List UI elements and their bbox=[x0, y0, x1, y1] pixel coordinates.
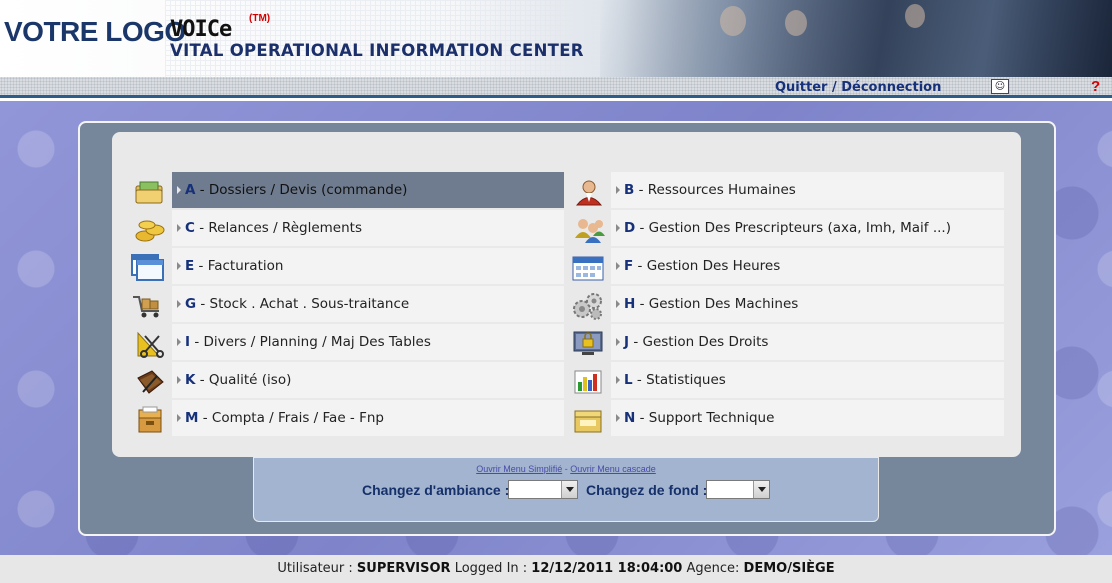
app-brand: VOICe bbox=[170, 17, 232, 42]
menu-label: - Facturation bbox=[194, 258, 284, 274]
menu-item-k[interactable]: K - Qualité (iso) bbox=[172, 362, 564, 398]
menu-letter: N bbox=[624, 410, 636, 426]
app-subtitle: VITAL OPERATIONAL INFORMATION CENTER bbox=[170, 41, 584, 60]
gears-icon bbox=[571, 289, 605, 323]
arrow-right-icon bbox=[177, 376, 181, 384]
login-datetime: 12/12/2011 18:04:00 bbox=[531, 561, 683, 576]
logout-link[interactable]: Quitter / Déconnection bbox=[775, 80, 941, 95]
menu-letter: G bbox=[185, 296, 197, 312]
menu-label: - Stock . Achat . Sous-traitance bbox=[196, 296, 410, 312]
arrow-right-icon bbox=[177, 262, 181, 270]
menu-letter: F bbox=[624, 258, 634, 274]
menu-letter: H bbox=[624, 296, 636, 312]
arrow-right-icon bbox=[616, 186, 620, 194]
options-box: Ouvrir Menu Simplifié - Ouvrir Menu casc… bbox=[253, 457, 879, 522]
arrow-right-icon bbox=[177, 186, 181, 194]
menu-item-m[interactable]: M - Compta / Frais / Fae - Fnp bbox=[172, 400, 564, 436]
ambiance-label: Changez d'ambiance : bbox=[362, 482, 510, 498]
fond-label: Changez de fond : bbox=[586, 482, 708, 498]
company-logo: VOTRE LOGO bbox=[4, 16, 186, 47]
menu-item-g[interactable]: G - Stock . Achat . Sous-traitance bbox=[172, 286, 564, 322]
support-box-icon bbox=[571, 403, 605, 437]
menu-label: - Gestion Des Prescripteurs (axa, Imh, M… bbox=[635, 220, 951, 236]
menu-letter: C bbox=[185, 220, 195, 236]
user-label: Utilisateur : bbox=[277, 561, 357, 576]
arrow-right-icon bbox=[177, 224, 181, 232]
fond-select[interactable] bbox=[706, 480, 770, 499]
username: SUPERVISOR bbox=[356, 561, 451, 576]
logged-label: Logged In : bbox=[450, 561, 532, 576]
menu-letter: E bbox=[185, 258, 195, 274]
top-bar: Quitter / Déconnection ☺ ? bbox=[0, 77, 1112, 98]
arrow-right-icon bbox=[616, 300, 620, 308]
scissors-ruler-icon bbox=[133, 327, 167, 361]
arrow-right-icon bbox=[177, 414, 181, 422]
menu-item-n[interactable]: N - Support Technique bbox=[611, 400, 1004, 436]
header-photo bbox=[600, 0, 1112, 77]
simplified-menu-link[interactable]: Ouvrir Menu Simplifié bbox=[476, 464, 562, 474]
menu-label: - Divers / Planning / Maj Des Tables bbox=[190, 334, 431, 350]
menu-letter: A bbox=[185, 182, 196, 198]
menu-item-a[interactable]: A - Dossiers / Devis (commande) bbox=[172, 172, 564, 208]
menu-mode-links: Ouvrir Menu Simplifié - Ouvrir Menu casc… bbox=[254, 464, 878, 474]
menu-label: - Qualité (iso) bbox=[195, 372, 292, 388]
language-icon[interactable]: ☺ bbox=[991, 79, 1009, 94]
menu-label: - Ressources Humaines bbox=[634, 182, 796, 198]
menu-item-f[interactable]: F - Gestion Des Heures bbox=[611, 248, 1004, 284]
menu-letter: D bbox=[624, 220, 636, 236]
coins-icon bbox=[133, 213, 167, 247]
menu-label: - Compta / Frais / Fae - Fnp bbox=[198, 410, 384, 426]
bar-chart-icon bbox=[571, 365, 605, 399]
menu-item-c[interactable]: C - Relances / Règlements bbox=[172, 210, 564, 246]
arrow-right-icon bbox=[616, 262, 620, 270]
menu-letter: K bbox=[185, 372, 196, 388]
arrow-right-icon bbox=[616, 414, 620, 422]
agency-name: DEMO/SIÈGE bbox=[743, 561, 835, 576]
folder-money-icon bbox=[133, 175, 167, 209]
menu-label: - Dossiers / Devis (commande) bbox=[195, 182, 408, 198]
menu-letter: M bbox=[185, 410, 199, 426]
header-banner: VOTRE LOGO VOICe (TM) VITAL OPERATIONAL … bbox=[0, 0, 1112, 77]
menu-letter: B bbox=[624, 182, 635, 198]
agency-label: Agence: bbox=[682, 561, 744, 576]
help-icon[interactable]: ? bbox=[1091, 78, 1100, 95]
person-icon bbox=[572, 175, 606, 209]
arrow-right-icon bbox=[616, 338, 620, 346]
menu-item-e[interactable]: E - Facturation bbox=[172, 248, 564, 284]
calendar-icon bbox=[571, 251, 605, 285]
menu-item-i[interactable]: I - Divers / Planning / Maj Des Tables bbox=[172, 324, 564, 360]
menu-label: - Gestion Des Machines bbox=[635, 296, 799, 312]
arrow-right-icon bbox=[616, 224, 620, 232]
arrow-right-icon bbox=[177, 338, 181, 346]
menu-item-b[interactable]: B - Ressources Humaines bbox=[611, 172, 1004, 208]
menu-label: - Gestion Des Heures bbox=[633, 258, 781, 274]
menu-label: - Gestion Des Droits bbox=[629, 334, 769, 350]
file-cabinet-icon bbox=[133, 403, 167, 437]
monitor-lock-icon bbox=[571, 327, 605, 361]
menu-item-d[interactable]: D - Gestion Des Prescripteurs (axa, Imh,… bbox=[611, 210, 1004, 246]
cart-icon bbox=[131, 288, 165, 322]
users-group-icon bbox=[572, 213, 606, 247]
menu-item-j[interactable]: J - Gestion Des Droits bbox=[611, 324, 1004, 360]
menu-label: - Statistiques bbox=[632, 372, 726, 388]
menu-label: - Support Technique bbox=[635, 410, 775, 426]
book-pen-icon bbox=[133, 365, 167, 399]
arrow-right-icon bbox=[616, 376, 620, 384]
arrow-right-icon bbox=[177, 300, 181, 308]
menu-letter: L bbox=[624, 372, 633, 388]
ambiance-select[interactable] bbox=[508, 480, 578, 499]
menu-label: - Relances / Règlements bbox=[194, 220, 362, 236]
chevron-down-icon bbox=[561, 481, 577, 498]
menu-item-l[interactable]: L - Statistiques bbox=[611, 362, 1004, 398]
trademark-mark: (TM) bbox=[249, 13, 271, 24]
windows-icon bbox=[131, 250, 165, 284]
cascade-menu-link[interactable]: Ouvrir Menu cascade bbox=[570, 464, 656, 474]
menu-item-h[interactable]: H - Gestion Des Machines bbox=[611, 286, 1004, 322]
chevron-down-icon bbox=[753, 481, 769, 498]
status-footer: Utilisateur : SUPERVISOR Logged In : 12/… bbox=[0, 555, 1112, 583]
